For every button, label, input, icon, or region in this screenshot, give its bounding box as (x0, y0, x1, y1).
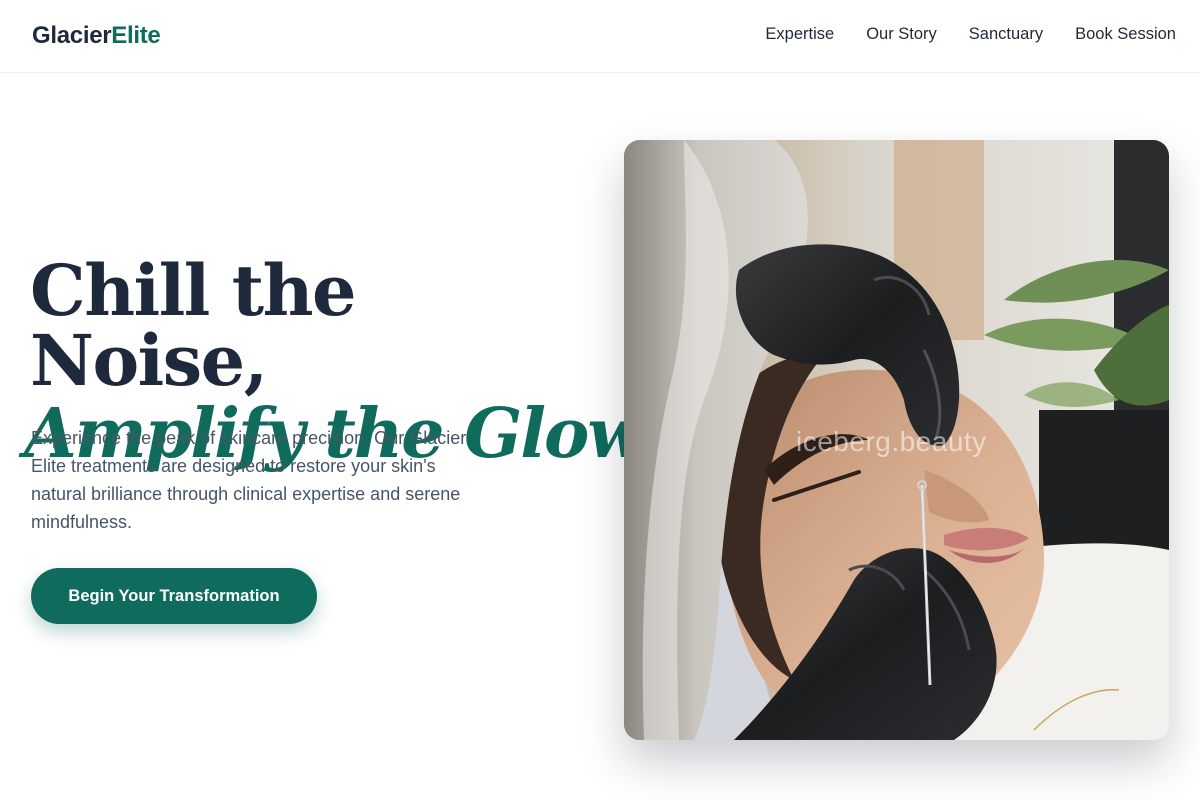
main-nav: Expertise Our Story Sanctuary Book Sessi… (765, 24, 1176, 44)
nav-link-expertise[interactable]: Expertise (765, 24, 834, 44)
nav-link-our-story[interactable]: Our Story (866, 24, 937, 44)
site-header: GlacierElite Expertise Our Story Sanctua… (0, 0, 1200, 73)
nav-link-book-session[interactable]: Book Session (1075, 24, 1176, 44)
hero-photo-illustration (624, 140, 1169, 740)
begin-transformation-button[interactable]: Begin Your Transformation (31, 568, 317, 624)
hero-image: iceberg.beauty (624, 140, 1169, 740)
nav-link-sanctuary[interactable]: Sanctuary (969, 24, 1043, 44)
brand-logo[interactable]: GlacierElite (32, 22, 161, 50)
logo-text-accent: Elite (111, 22, 161, 49)
hero-headline-line1: Chill the Noise, (30, 249, 357, 402)
hero-description: Experience the peak of skincare precisio… (31, 428, 467, 532)
logo-text-primary: Glacier (32, 22, 112, 49)
